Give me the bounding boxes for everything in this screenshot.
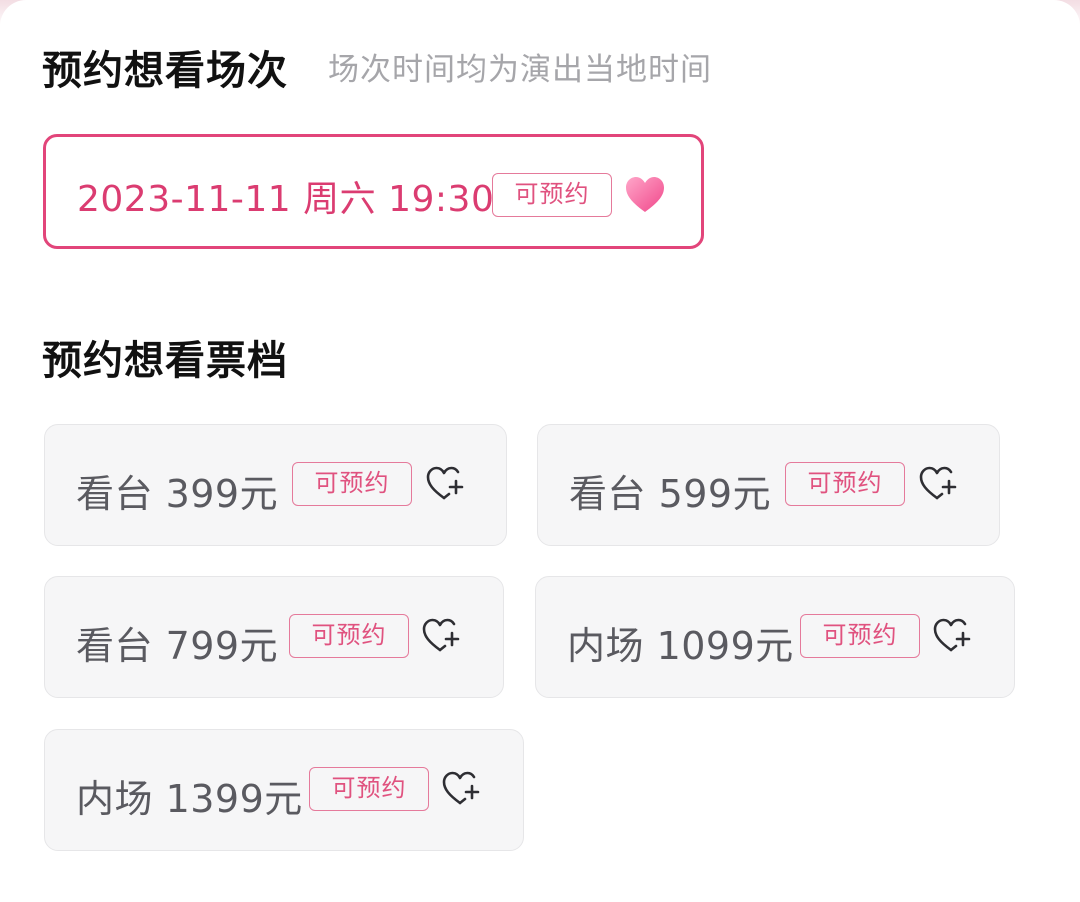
session-section-title: 预约想看场次	[42, 48, 288, 94]
session-option-selected[interactable]: 2023-11-11 周六 19:30 可预约	[43, 134, 704, 249]
tier-status-badge: 可预约	[309, 767, 429, 811]
tier-section-title: 预约想看票档	[42, 338, 288, 384]
tier-option-stand-599[interactable]: 看台 599元 可预约	[537, 424, 1000, 546]
tier-label: 内场 1099元	[567, 624, 794, 668]
tier-option-floor-1399[interactable]: 内场 1399元 可预约	[44, 729, 524, 851]
tier-option-stand-399[interactable]: 看台 399元 可预约	[44, 424, 507, 546]
tier-label: 看台 399元	[76, 472, 279, 516]
heart-plus-icon[interactable]	[932, 617, 972, 655]
heart-plus-icon[interactable]	[421, 617, 461, 655]
tier-label: 内场 1399元	[76, 777, 303, 821]
session-date-time: 2023-11-11 周六 19:30	[77, 179, 495, 220]
tier-status-badge: 可预约	[785, 462, 905, 506]
tier-label: 看台 799元	[76, 624, 279, 668]
heart-filled-icon	[624, 175, 666, 215]
tier-status-badge: 可预约	[800, 614, 920, 658]
tier-label: 看台 599元	[569, 472, 772, 516]
tier-option-floor-1099[interactable]: 内场 1099元 可预约	[535, 576, 1015, 698]
tier-status-badge: 可预约	[292, 462, 412, 506]
session-timezone-note: 场次时间均为演出当地时间	[328, 52, 712, 88]
sheet-top-edge	[0, 0, 1080, 30]
tier-option-stand-799[interactable]: 看台 799元 可预约	[44, 576, 504, 698]
tier-status-badge: 可预约	[289, 614, 409, 658]
heart-plus-icon[interactable]	[425, 465, 465, 503]
session-status-badge: 可预约	[492, 173, 612, 217]
heart-plus-icon[interactable]	[918, 465, 958, 503]
heart-plus-icon[interactable]	[441, 770, 481, 808]
